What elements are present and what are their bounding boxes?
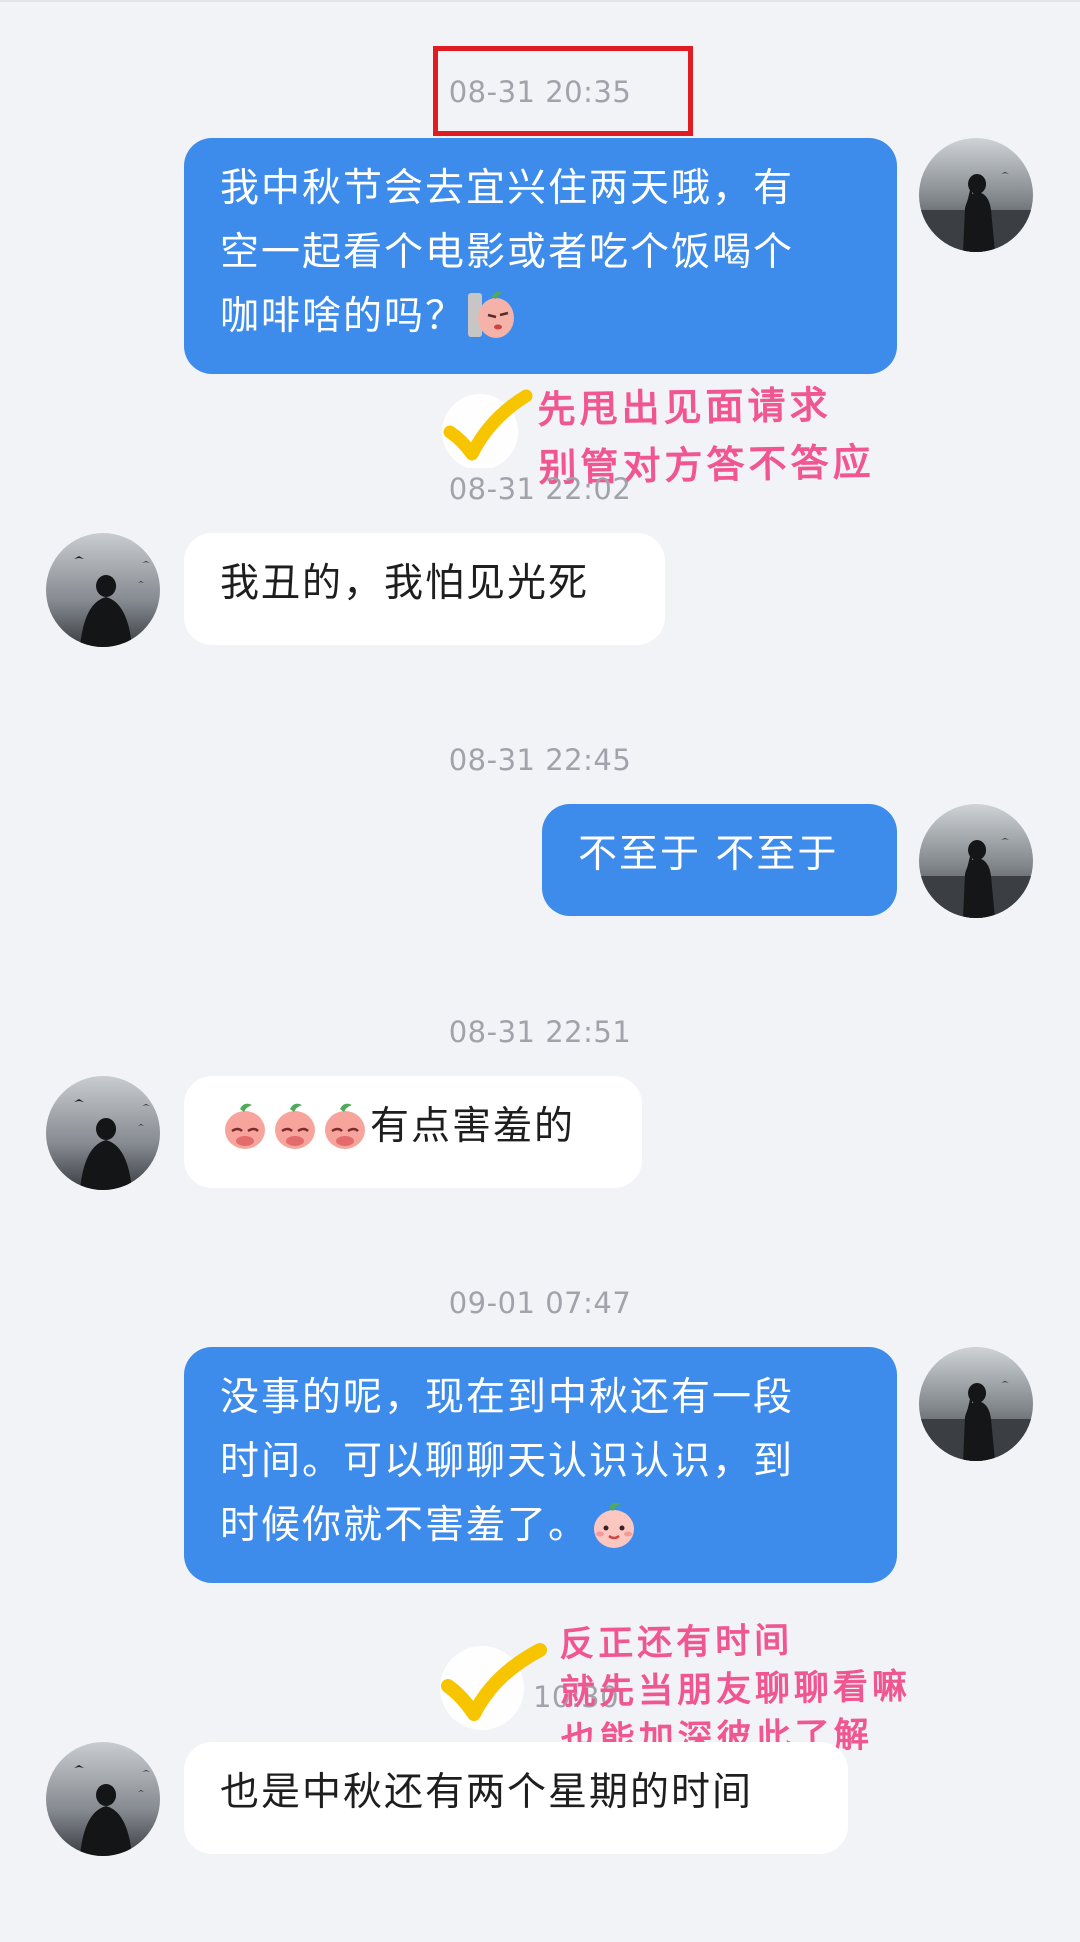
message-text: 不至于 不至于 [578,832,839,877]
incoming-message-bubble[interactable]: 也是中秋还有两个星期的时间 [184,1742,848,1854]
message-text-line: 空一起看个电影或者吃个饭喝个 [220,230,795,275]
peach-sticker-icon [220,1101,270,1151]
message-text-line: 没事的呢，现在到中秋还有一段 [220,1375,795,1420]
timestamp: 08-31 22:45 [448,743,632,777]
my-avatar[interactable] [919,138,1033,252]
outgoing-message-bubble[interactable]: 不至于 不至于 [542,804,897,916]
contact-avatar[interactable] [46,1076,160,1190]
yellow-checkmark-icon [442,389,533,468]
peach-sticker-icon [320,1101,370,1151]
my-avatar[interactable] [919,804,1033,918]
message-text: 有点害羞的 [220,1095,606,1159]
message-text: 也是中秋还有两个星期的时间 [220,1770,754,1815]
incoming-message-bubble[interactable]: 有点害羞的 [184,1076,642,1188]
incoming-message-bubble[interactable]: 我丑的，我怕见光死 [184,533,665,645]
message-text-line: 时间。可以聊聊天认识认识，到 [220,1439,795,1484]
message-text-line: 咖啡啥的吗？ [220,285,861,349]
yellow-checkmark-icon [440,1643,547,1730]
contact-avatar[interactable] [46,533,160,647]
my-avatar[interactable] [919,1347,1033,1461]
message-text: 我丑的，我怕见光死 [220,561,590,606]
message-text-line: 时候你就不害羞了。 [220,1494,861,1558]
annotation-line: 就先当朋友聊聊看嘛 [559,1666,912,1714]
timestamp: 08-31 22:51 [448,1015,632,1049]
message-text-line: 我中秋节会去宜兴住两天哦，有 [220,166,795,211]
timestamp: 09-01 07:47 [448,1286,632,1320]
peach-sticker-icon [466,285,516,341]
outgoing-message-bubble[interactable]: 我中秋节会去宜兴住两天哦，有 空一起看个电影或者吃个饭喝个 咖啡啥的吗？ [184,138,897,374]
annotation-line: 先甩出见面请求 [537,382,832,432]
outgoing-message-bubble[interactable]: 没事的呢，现在到中秋还有一段 时间。可以聊聊天认识认识，到 时候你就不害羞了。 [184,1347,897,1583]
peach-sticker-icon [270,1101,320,1151]
top-divider [0,0,1080,2]
message-text: 有点害羞的 [370,1104,576,1149]
peach-smile-sticker-icon [589,1500,639,1550]
timestamp: 08-31 22:02 [448,472,632,506]
contact-avatar[interactable] [46,1742,160,1856]
timestamp-highlight-box [433,46,693,136]
annotation-line: 反正还有时间 [558,1620,794,1666]
